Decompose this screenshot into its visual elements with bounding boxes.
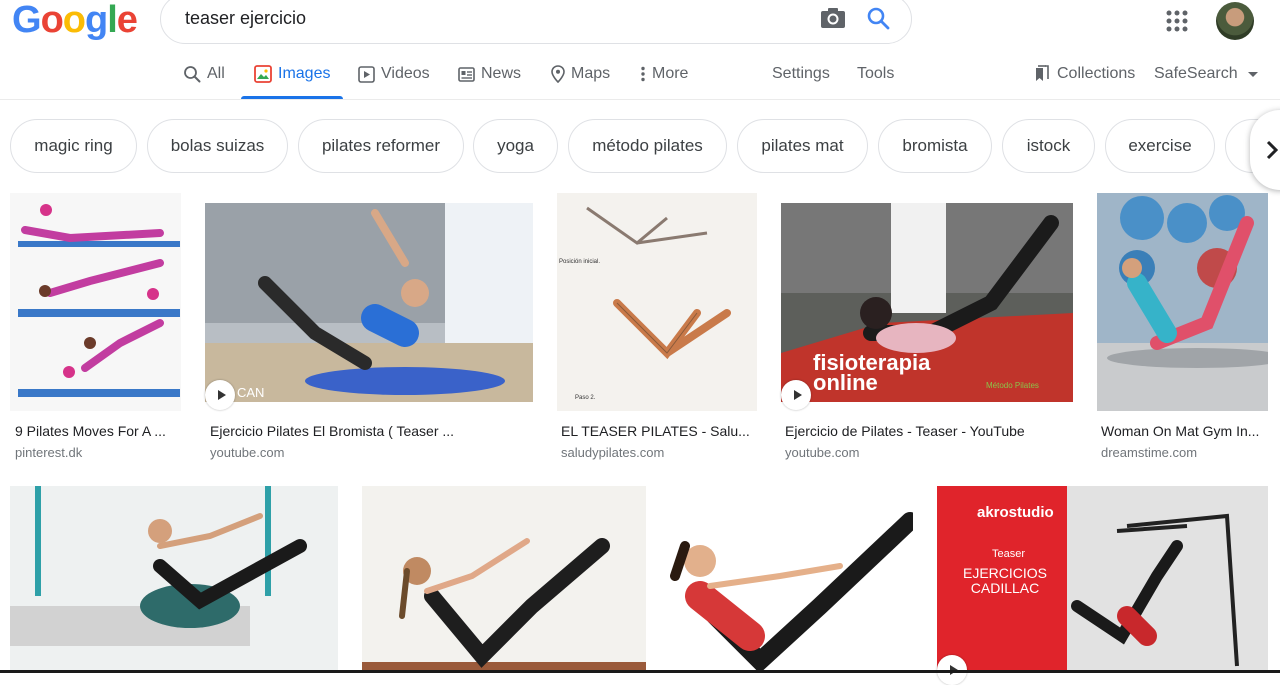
- search-box[interactable]: [160, 0, 912, 44]
- tab-label: Images: [278, 65, 331, 82]
- tab-all[interactable]: All: [183, 62, 225, 86]
- tab-label: News: [481, 65, 522, 82]
- result-image[interactable]: Posición inicial. Paso 2.: [557, 193, 757, 411]
- result-source: pinterest.dk: [15, 445, 83, 460]
- logo-letter: e: [116, 0, 138, 41]
- bookmark-icon: [1036, 65, 1049, 81]
- result-image[interactable]: [10, 486, 338, 670]
- chip-label: bolas suizas: [170, 136, 265, 155]
- chips-next-button[interactable]: [1250, 110, 1280, 190]
- video-overlay-text: EJERCICIOS CADILLAC: [962, 565, 1047, 596]
- result-image[interactable]: akrostudio Teaser EJERCICIOS CADILLAC: [937, 486, 1268, 670]
- video-overlay-text: Teaser: [992, 548, 1026, 560]
- result-title[interactable]: Ejercicio de Pilates - Teaser - YouTube: [785, 423, 1025, 439]
- chip-label: pilates mat: [761, 136, 844, 155]
- tools-link[interactable]: Tools: [857, 62, 894, 86]
- chevron-right-icon: [1266, 140, 1278, 160]
- result-title[interactable]: Woman On Mat Gym In...: [1101, 423, 1259, 439]
- result-source: youtube.com: [210, 445, 285, 460]
- chip[interactable]: pilates reformer: [298, 119, 464, 173]
- result-image[interactable]: [362, 486, 646, 670]
- video-overlay-text: fisioterapia online: [813, 350, 931, 395]
- header-divider: [0, 99, 1280, 100]
- tab-label: Videos: [381, 65, 430, 82]
- tab-label: All: [207, 65, 225, 82]
- logo-letter: o: [62, 0, 86, 41]
- news-icon: [458, 66, 475, 82]
- tab-maps[interactable]: Maps: [551, 62, 610, 86]
- logo-letter: o: [40, 0, 64, 41]
- collections-link[interactable]: Collections: [1033, 62, 1135, 86]
- caret-down-icon: [1247, 71, 1258, 77]
- search-icon[interactable]: [866, 6, 890, 30]
- avatar[interactable]: [1216, 2, 1254, 40]
- tools-label: Tools: [857, 65, 895, 82]
- logo-letter: G: [12, 0, 42, 41]
- search-input[interactable]: [183, 7, 807, 30]
- safesearch-label: SafeSearch: [1154, 65, 1238, 82]
- chip[interactable]: magic ring: [10, 119, 137, 173]
- chip[interactable]: método pilates: [568, 119, 727, 173]
- tab-news[interactable]: News: [458, 62, 521, 86]
- tab-label: More: [652, 65, 689, 82]
- chip[interactable]: bromista: [878, 119, 992, 173]
- chip-label: bromista: [902, 136, 968, 155]
- search-icon: [184, 66, 201, 83]
- chip-label: magic ring: [34, 136, 113, 155]
- chip[interactable]: istock: [1002, 119, 1095, 173]
- logo-letter: l: [107, 0, 118, 41]
- result-title[interactable]: Ejercicio Pilates El Bromista ( Teaser .…: [210, 423, 454, 439]
- chip-label: pilates reformer: [321, 136, 441, 155]
- collections-label: Collections: [1057, 65, 1136, 82]
- logo-letter: g: [85, 0, 108, 41]
- tab-images[interactable]: Images: [254, 62, 330, 86]
- image-icon: [254, 65, 272, 83]
- diagram-label: Paso 2.: [575, 395, 596, 401]
- chip-label: yoga: [497, 136, 534, 155]
- result-source: dreamstime.com: [1101, 445, 1198, 460]
- tab-videos[interactable]: Videos: [358, 62, 430, 86]
- safesearch-menu[interactable]: SafeSearch: [1154, 62, 1258, 86]
- google-logo[interactable]: Google: [12, 0, 138, 41]
- result-image[interactable]: [670, 486, 913, 670]
- diagram-label: Posición inicial.: [559, 259, 601, 265]
- settings-label: Settings: [772, 65, 830, 82]
- tab-label: Maps: [571, 65, 611, 82]
- result-image[interactable]: fisioterapia online Método Pilates: [781, 203, 1073, 402]
- map-pin-icon: [551, 65, 565, 83]
- result-source: youtube.com: [785, 445, 860, 460]
- video-overlay-text: CAN: [237, 385, 265, 400]
- chip[interactable]: bolas suizas: [147, 119, 288, 173]
- video-icon: [358, 65, 375, 83]
- play-icon: [781, 380, 811, 410]
- settings-link[interactable]: Settings: [772, 62, 830, 86]
- result-title[interactable]: EL TEASER PILATES - Salu...: [561, 423, 750, 439]
- result-image[interactable]: [1097, 193, 1268, 411]
- result-title[interactable]: 9 Pilates Moves For A ...: [15, 423, 166, 439]
- video-overlay-text: akrostudio: [977, 504, 1054, 521]
- result-image[interactable]: [10, 193, 181, 411]
- video-overlay-text: Método Pilates: [986, 381, 1039, 390]
- apps-grid-icon[interactable]: [1166, 10, 1188, 32]
- chip-label: método pilates: [592, 136, 703, 155]
- tab-more[interactable]: More: [640, 62, 688, 86]
- chip[interactable]: yoga: [473, 119, 558, 173]
- result-source: saludypilates.com: [561, 445, 665, 460]
- chip[interactable]: exercise: [1105, 119, 1215, 173]
- chip[interactable]: pilates mat: [737, 119, 868, 173]
- more-dots-icon: [641, 66, 645, 82]
- chip-label: exercise: [1128, 136, 1192, 155]
- camera-icon[interactable]: [820, 6, 846, 30]
- play-icon: [205, 380, 235, 410]
- chip-label: istock: [1026, 136, 1071, 155]
- result-image[interactable]: CAN: [205, 203, 533, 402]
